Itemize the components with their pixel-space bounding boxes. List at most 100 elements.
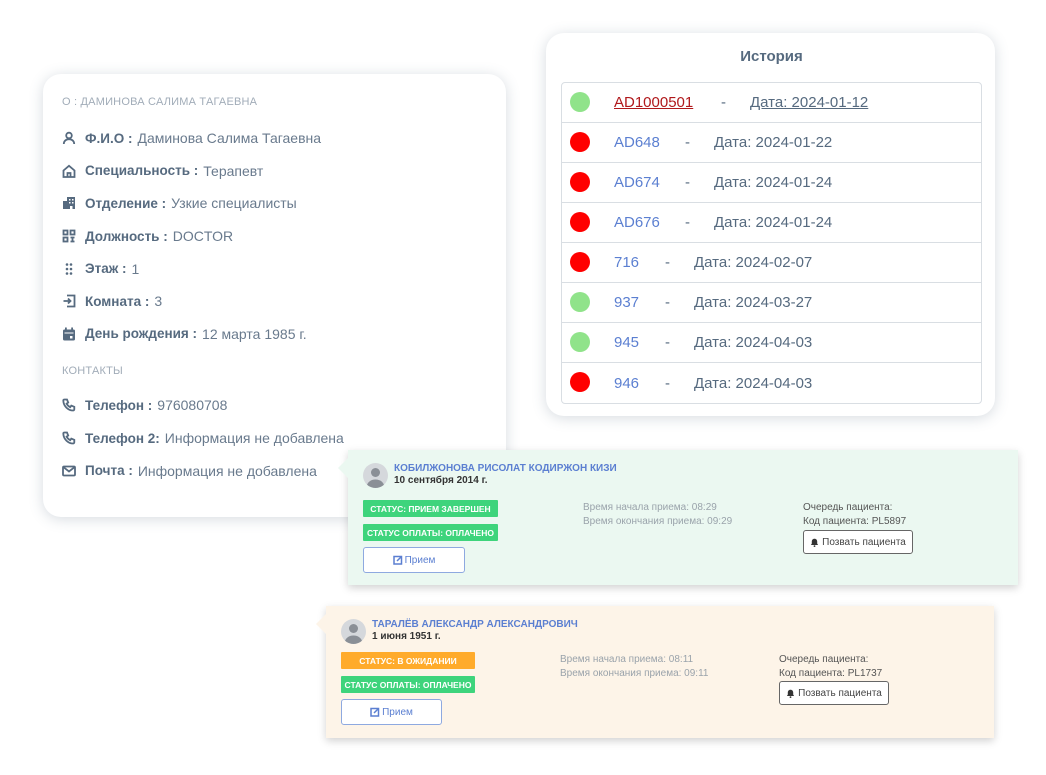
field-label: Телефон :	[85, 397, 153, 413]
field-value: 1	[131, 260, 140, 277]
history-card: История AD1000501 - Дата: 2024-01-12 AD6…	[546, 33, 995, 416]
payment-badge: СТАТУС ОПЛАТЫ: ОПЛАЧЕНО	[341, 676, 475, 693]
separator: -	[665, 334, 670, 351]
field-department: Отделение : Узкие специалисты	[62, 187, 487, 220]
bell-icon	[811, 538, 819, 547]
appointment-card-waiting: ТАРАЛЁВ АЛЕКСАНДР АЛЕКСАНДРОВИЧ 1 июня 1…	[316, 606, 994, 738]
end-time: Время окончания приема: 09:29	[583, 516, 733, 527]
calendar-icon	[62, 327, 76, 341]
field-value: 3	[154, 293, 163, 310]
field-value: 976080708	[157, 397, 228, 414]
separator: -	[665, 254, 670, 271]
status-dot-red	[570, 372, 590, 392]
history-date: Дата: 2024-04-03	[694, 374, 813, 392]
dots-icon	[62, 262, 76, 276]
card-tail	[338, 458, 348, 478]
profile-header: О : ДАМИНОВА САЛИМА ТАГАЕВНА	[62, 96, 258, 108]
history-id-link[interactable]: AD676	[614, 214, 660, 231]
history-title: История	[740, 48, 803, 65]
history-date: Дата: 2024-01-24	[714, 174, 833, 191]
avatar	[341, 619, 366, 644]
patient-birthdate: 1 июня 1951 г.	[372, 631, 441, 642]
mail-icon	[62, 464, 76, 478]
user-icon	[62, 131, 76, 145]
payment-badge: СТАТУС ОПЛАТЫ: ОПЛАЧЕНО	[363, 524, 498, 541]
separator: -	[721, 94, 726, 111]
field-label: Этаж :	[85, 261, 127, 277]
history-item[interactable]: 945 - Дата: 2024-04-03	[562, 323, 981, 363]
reception-button[interactable]: Прием	[341, 699, 442, 725]
phone-icon	[62, 431, 76, 445]
field-fullname: Ф.И.О : Даминова Салима Тагаевна	[62, 122, 487, 155]
history-date: Дата: 2024-01-22	[714, 134, 833, 151]
patient-queue: Очередь пациента:	[803, 502, 893, 513]
patient-queue: Очередь пациента:	[779, 654, 869, 665]
history-date: Дата: 2024-03-27	[694, 294, 813, 311]
patient-code: Код пациента: PL1737	[779, 668, 883, 679]
status-badge: СТАТУС: ПРИЕМ ЗАВЕРШЕН	[363, 500, 498, 517]
edit-icon	[370, 707, 380, 717]
history-item[interactable]: AD1000501 - Дата: 2024-01-12	[562, 83, 981, 123]
appointment-card-completed: КОБИЛЖОНОВА РИСОЛАТ КОДИРЖОН КИЗИ 10 сен…	[338, 450, 1018, 585]
phone-icon	[62, 398, 76, 412]
status-dot-green	[570, 332, 590, 352]
status-dot-red	[570, 252, 590, 272]
field-label: Отделение :	[85, 195, 167, 211]
history-item[interactable]: AD676 - Дата: 2024-01-24	[562, 203, 981, 243]
field-specialty: Специальность : Терапевт	[62, 155, 487, 188]
field-value: Информация не добавлена	[164, 430, 344, 447]
status-dot-red	[570, 212, 590, 232]
status-dot-red	[570, 132, 590, 152]
contact-phone: Телефон : 976080708	[62, 389, 487, 422]
field-value: DOCTOR	[172, 228, 234, 245]
reception-button[interactable]: Прием	[363, 547, 465, 573]
field-label: Специальность :	[85, 163, 199, 179]
card-tail	[316, 614, 326, 634]
history-date: Дата: 2024-01-24	[714, 214, 833, 231]
reception-button-label: Прием	[382, 706, 413, 718]
separator: -	[685, 134, 690, 151]
history-item[interactable]: AD648 - Дата: 2024-01-22	[562, 123, 981, 163]
history-id-link[interactable]: 946	[614, 375, 639, 392]
field-value: Информация не добавлена	[137, 462, 317, 479]
status-dot-red	[570, 172, 590, 192]
patient-name[interactable]: КОБИЛЖОНОВА РИСОЛАТ КОДИРЖОН КИЗИ	[394, 463, 617, 474]
history-id-link[interactable]: 937	[614, 294, 639, 311]
patient-code: Код пациента: PL5897	[803, 516, 907, 527]
edit-icon	[392, 555, 402, 565]
field-room: Комната : 3	[62, 285, 487, 318]
call-patient-button[interactable]: Позвать пациента	[803, 530, 913, 554]
history-id-link[interactable]: AD674	[614, 174, 660, 191]
history-item[interactable]: 946 - Дата: 2024-04-03	[562, 363, 981, 403]
history-date: Дата: 2024-02-07	[694, 254, 813, 271]
separator: -	[685, 214, 690, 231]
field-value: Даминова Салима Тагаевна	[137, 130, 322, 147]
field-label: Почта :	[85, 463, 133, 479]
contacts-title: КОНТАКТЫ	[62, 365, 123, 378]
history-id-link[interactable]: 716	[614, 254, 639, 271]
status-dot-green	[570, 292, 590, 312]
separator: -	[685, 174, 690, 191]
status-badge: СТАТУС: В ОЖИДАНИИ	[341, 652, 475, 669]
call-patient-label: Позвать пациента	[798, 687, 882, 699]
field-label: День рождения :	[85, 326, 198, 342]
status-dot-green	[570, 92, 590, 112]
reception-button-label: Прием	[404, 554, 436, 566]
history-id-link[interactable]: AD1000501	[614, 94, 693, 111]
history-id-link[interactable]: 945	[614, 334, 639, 351]
history-id-link[interactable]: AD648	[614, 134, 660, 151]
bell-icon	[787, 689, 795, 698]
patient-birthdate: 10 сентября 2014 г.	[394, 475, 488, 486]
start-time: Время начала приема: 08:29	[583, 502, 717, 513]
separator: -	[665, 294, 670, 311]
patient-name[interactable]: ТАРАЛЁВ АЛЕКСАНДР АЛЕКСАНДРОВИЧ	[372, 619, 578, 630]
field-label: Ф.И.О :	[85, 130, 133, 146]
call-patient-button[interactable]: Позвать пациента	[779, 681, 889, 705]
history-list: AD1000501 - Дата: 2024-01-12 AD648 - Дат…	[561, 82, 982, 404]
start-time: Время начала приема: 08:11	[560, 654, 694, 665]
history-item[interactable]: AD674 - Дата: 2024-01-24	[562, 163, 981, 203]
history-item[interactable]: 716 - Дата: 2024-02-07	[562, 243, 981, 283]
history-date[interactable]: Дата: 2024-01-12	[750, 94, 868, 111]
history-item[interactable]: 937 - Дата: 2024-03-27	[562, 283, 981, 323]
field-value: 12 марта 1985 г.	[202, 325, 307, 342]
